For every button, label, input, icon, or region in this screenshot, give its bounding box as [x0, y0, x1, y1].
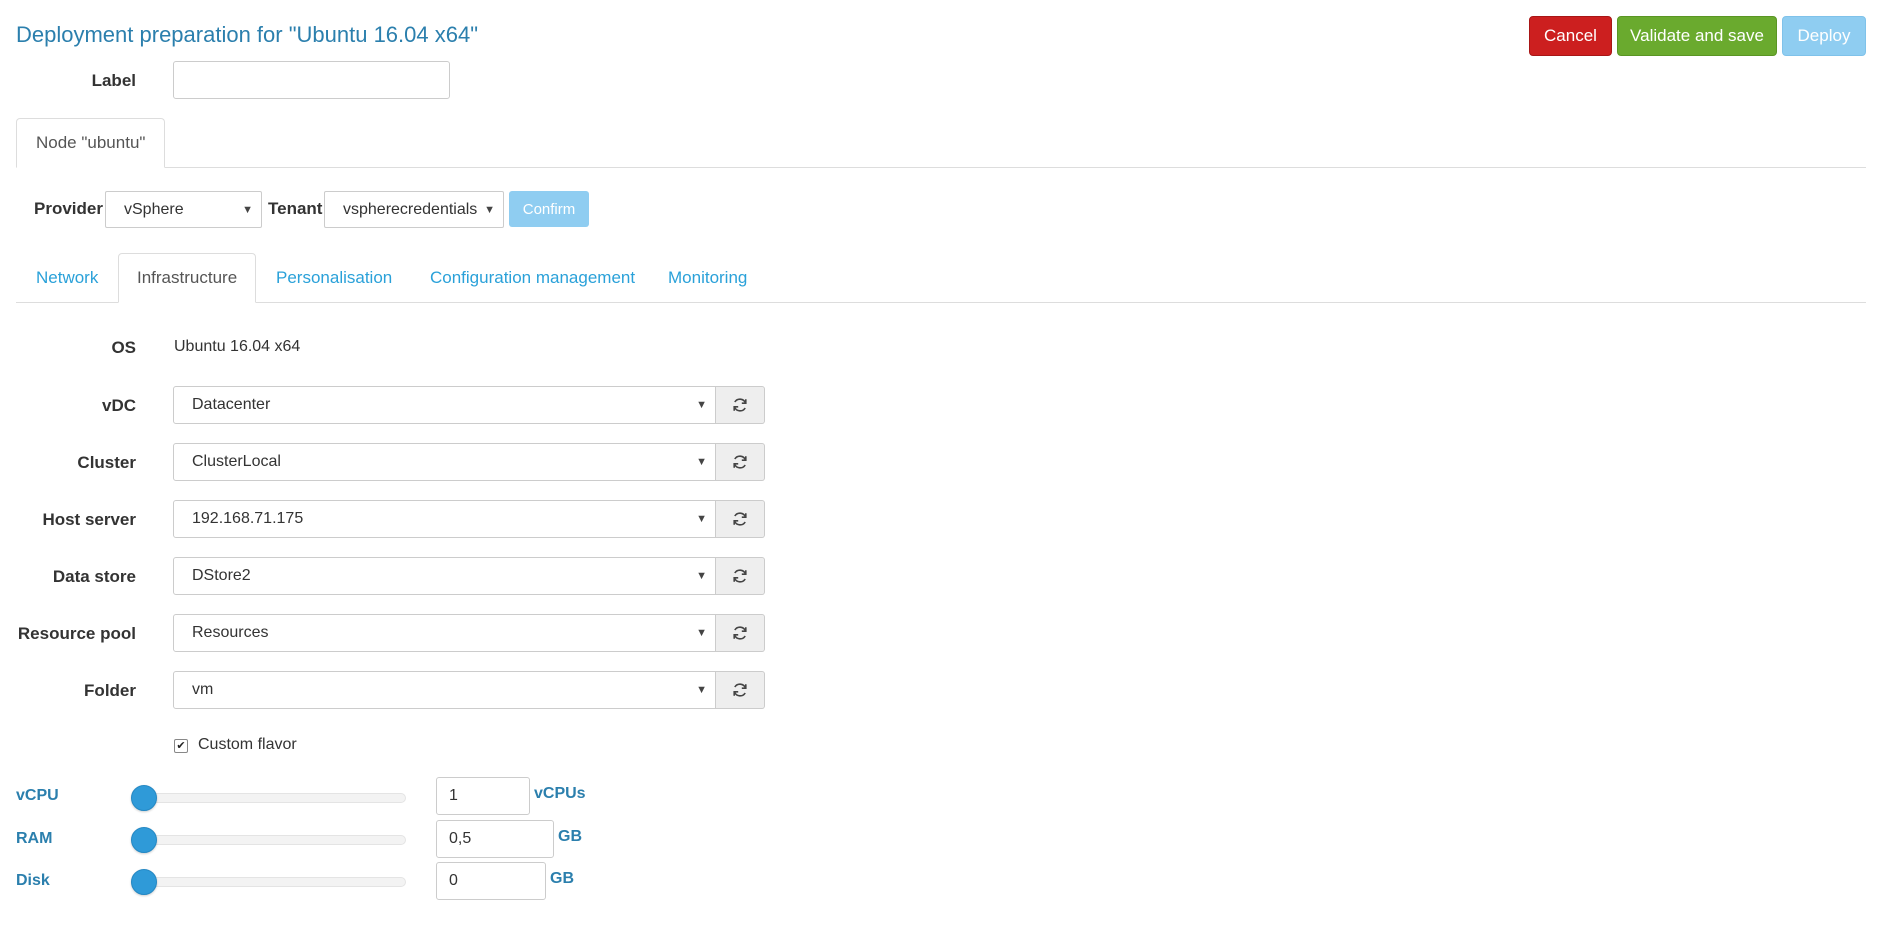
caret-down-icon: ▼: [696, 570, 707, 582]
tab-monitoring[interactable]: Monitoring: [650, 253, 765, 303]
refresh-icon: [733, 569, 747, 583]
vdc-label: vDC: [101, 396, 136, 415]
label-field-label: Label: [91, 71, 136, 90]
host-server-refresh-button[interactable]: [716, 500, 765, 538]
caret-down-icon: ▼: [696, 513, 707, 525]
ram-input[interactable]: [436, 820, 554, 858]
provider-label: Provider: [34, 199, 103, 218]
os-label: OS: [111, 338, 136, 357]
label-input[interactable]: [173, 61, 450, 99]
confirm-button[interactable]: Confirm: [509, 191, 589, 227]
vdc-select[interactable]: Datacenter ▼: [173, 386, 716, 424]
validate-and-save-button[interactable]: Validate and save: [1617, 16, 1777, 56]
cluster-select-value: ClusterLocal: [192, 453, 281, 470]
caret-down-icon: ▼: [696, 399, 707, 411]
caret-down-icon: ▼: [696, 456, 707, 468]
caret-down-icon: ▼: [484, 203, 495, 216]
disk-label: Disk: [16, 872, 50, 889]
cluster-select[interactable]: ClusterLocal ▼: [173, 443, 716, 481]
refresh-icon: [733, 683, 747, 697]
vcpu-label: vCPU: [16, 787, 59, 804]
folder-select-value: vm: [192, 681, 214, 698]
deploy-button[interactable]: Deploy: [1782, 16, 1866, 56]
tab-infrastructure[interactable]: Infrastructure: [118, 253, 257, 303]
folder-select[interactable]: vm ▼: [173, 671, 716, 709]
caret-down-icon: ▼: [242, 203, 253, 216]
disk-unit: GB: [550, 870, 574, 887]
data-store-refresh-button[interactable]: [716, 557, 765, 595]
tab-network[interactable]: Network: [18, 253, 116, 303]
vdc-refresh-button[interactable]: [716, 386, 765, 424]
ram-slider-track[interactable]: [131, 827, 406, 853]
data-store-select[interactable]: DStore2 ▼: [173, 557, 716, 595]
folder-label: Folder: [84, 681, 136, 700]
refresh-icon: [733, 626, 747, 640]
host-server-label: Host server: [42, 510, 136, 529]
os-value: Ubuntu 16.04 x64: [174, 338, 301, 355]
tenant-select[interactable]: vspherecredentials ▼: [324, 191, 504, 228]
ram-slider-handle[interactable]: [131, 827, 157, 853]
resource-pool-select-value: Resources: [192, 624, 269, 641]
disk-slider-handle[interactable]: [131, 869, 157, 895]
resource-pool-select[interactable]: Resources ▼: [173, 614, 716, 652]
host-server-select[interactable]: 192.168.71.175 ▼: [173, 500, 716, 538]
custom-flavor-label: Custom flavor: [198, 736, 297, 753]
custom-flavor-checkbox[interactable]: ✔: [174, 739, 188, 753]
provider-select-value: vSphere: [124, 200, 184, 218]
page-title: Deployment preparation for "Ubuntu 16.04…: [16, 22, 479, 47]
data-store-select-value: DStore2: [192, 567, 251, 584]
resource-pool-refresh-button[interactable]: [716, 614, 765, 652]
cluster-label: Cluster: [77, 453, 136, 472]
cancel-button[interactable]: Cancel: [1529, 16, 1612, 56]
disk-slider-track[interactable]: [131, 869, 406, 895]
vdc-select-value: Datacenter: [192, 396, 271, 413]
tab-configuration-management[interactable]: Configuration management: [412, 253, 653, 303]
ram-label: RAM: [16, 830, 53, 847]
resource-pool-label: Resource pool: [17, 624, 136, 643]
cluster-refresh-button[interactable]: [716, 443, 765, 481]
vcpu-unit: vCPUs: [534, 785, 586, 802]
tenant-select-value: vspherecredentials: [343, 200, 478, 218]
caret-down-icon: ▼: [696, 684, 707, 696]
ram-unit: GB: [558, 828, 582, 845]
vcpu-input[interactable]: [436, 777, 530, 815]
vcpu-slider-handle[interactable]: [131, 785, 157, 811]
folder-refresh-button[interactable]: [716, 671, 765, 709]
host-server-select-value: 192.168.71.175: [192, 510, 304, 527]
refresh-icon: [733, 455, 747, 469]
checkmark-icon: ✔: [176, 740, 186, 752]
caret-down-icon: ▼: [696, 627, 707, 639]
refresh-icon: [733, 398, 747, 412]
tab-personalisation[interactable]: Personalisation: [258, 253, 410, 303]
node-tabs-divider: [16, 167, 1866, 168]
tenant-label: Tenant: [268, 199, 323, 218]
refresh-icon: [733, 512, 747, 526]
vcpu-slider-track[interactable]: [131, 785, 406, 811]
provider-select[interactable]: vSphere ▼: [105, 191, 262, 228]
tab-node-ubuntu[interactable]: Node "ubuntu": [16, 118, 166, 168]
data-store-label: Data store: [52, 567, 136, 586]
disk-input[interactable]: [436, 862, 546, 900]
